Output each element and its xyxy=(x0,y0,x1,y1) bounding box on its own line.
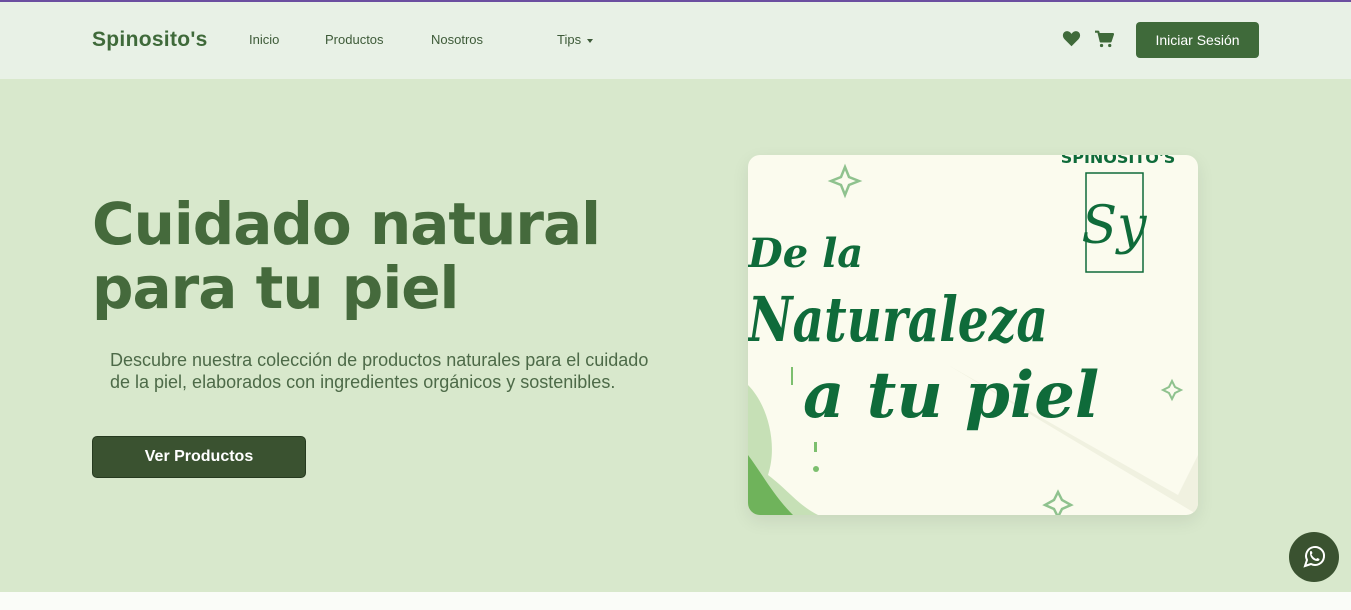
footer-strip xyxy=(0,592,1351,610)
view-products-button[interactable]: Ver Productos xyxy=(92,436,306,478)
banner-monogram: Sy xyxy=(1082,196,1148,256)
nav-dropdown-tips[interactable]: Tips xyxy=(557,32,594,47)
cart-icon[interactable] xyxy=(1094,30,1115,53)
nav-link-nosotros[interactable]: Nosotros xyxy=(431,32,483,47)
nav-link-productos[interactable]: Productos xyxy=(325,32,384,47)
hero-title-line-1: Cuidado natural xyxy=(92,190,601,258)
login-button[interactable]: Iniciar Sesión xyxy=(1136,22,1259,58)
hero-banner-image: SPINOSITO'S Sy De la Naturaleza a tu pie… xyxy=(748,155,1198,515)
navbar: Spinosito's Inicio Productos Nosotros Ti… xyxy=(0,2,1351,79)
heart-icon[interactable] xyxy=(1062,30,1081,52)
caret-down-icon xyxy=(587,38,594,43)
banner-brand-text: SPINOSITO'S xyxy=(1061,155,1176,167)
whatsapp-icon xyxy=(1303,546,1325,568)
hero-title: Cuidado natural para tu piel xyxy=(92,190,601,322)
nav-link-tips-label: Tips xyxy=(557,32,582,47)
banner-line-3: a tu piel xyxy=(803,358,1099,433)
banner-line-1: De la xyxy=(748,230,863,277)
brand-logo[interactable]: Spinosito's xyxy=(92,28,208,52)
hero-title-line-2: para tu piel xyxy=(92,254,459,322)
hero-description: Descubre nuestra colección de productos … xyxy=(110,350,649,392)
banner-line-2: Naturaleza xyxy=(748,283,1048,356)
whatsapp-button[interactable] xyxy=(1289,532,1339,582)
hero-section: Cuidado natural para tu piel Descubre nu… xyxy=(0,79,1351,592)
nav-link-inicio[interactable]: Inicio xyxy=(249,32,279,47)
